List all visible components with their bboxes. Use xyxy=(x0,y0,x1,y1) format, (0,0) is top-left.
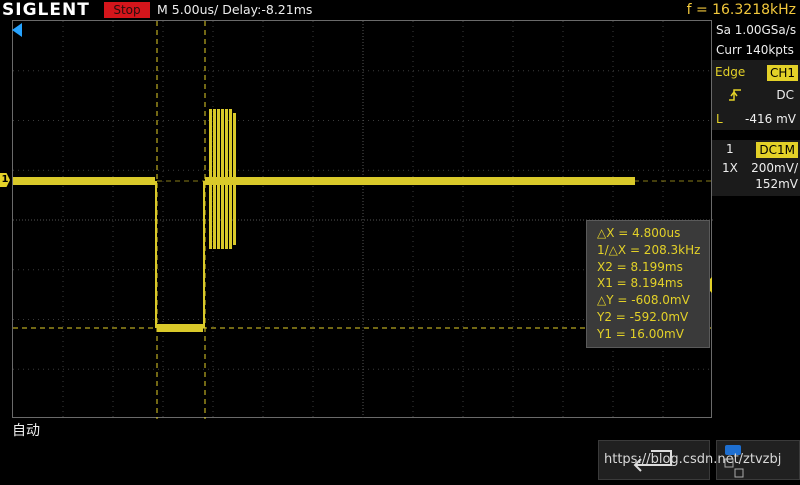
cursor-y1: Y1 = 16.00mV xyxy=(597,326,684,341)
cursor-x2: X2 = 8.199ms xyxy=(597,259,683,274)
trigger-panel[interactable]: Edge CH1 DC L -416 mV xyxy=(712,60,800,130)
cursor-measurement-box: △X = 4.800us 1/△X = 208.3kHz X2 = 8.199m… xyxy=(586,220,710,348)
brand-logo: SIGLENT xyxy=(2,0,90,20)
cursor-delta-y: △Y = -608.0mV xyxy=(597,293,690,308)
cursor-x1: X1 = 8.194ms xyxy=(597,276,683,291)
trigger-coupling: DC xyxy=(776,88,794,102)
acquisition-panel: Sa 1.00GSa/s Curr 140kpts xyxy=(712,20,800,60)
watermark-url: https://blog.csdn.net/ztvzbj xyxy=(604,452,782,467)
channel1-panel[interactable]: 1 DC1M 1X 200mV/ 152mV xyxy=(712,140,800,196)
memory-depth: Curr 140kpts xyxy=(716,43,794,57)
run-stop-badge[interactable]: Stop xyxy=(104,2,150,18)
sample-rate: Sa 1.00GSa/s xyxy=(716,23,797,37)
frequency-readout: f = 16.3218kHz xyxy=(686,2,796,18)
vertical-scale: 200mV/ xyxy=(751,161,798,175)
ch1-offset-marker[interactable]: 1 xyxy=(0,173,10,187)
top-status-bar: SIGLENT Stop M 5.00us/ Delay:-8.21ms f =… xyxy=(0,0,800,20)
cursor-y2: Y2 = -592.0mV xyxy=(597,309,689,324)
trigger-level-label: L xyxy=(716,112,723,126)
probe-attenuation: 1X xyxy=(722,161,738,175)
vertical-offset: 152mV xyxy=(755,177,798,191)
trigger-type: Edge xyxy=(715,65,746,79)
trigger-source-badge: CH1 xyxy=(766,65,798,81)
channel-coupling-badge: DC1M xyxy=(756,142,798,158)
waveform-display[interactable] xyxy=(12,20,713,419)
trigger-level: -416 mV xyxy=(745,112,796,126)
channel-number: 1 xyxy=(726,142,734,156)
timebase-readout[interactable]: M 5.00us/ Delay:-8.21ms xyxy=(157,0,312,20)
cursor-inverse-delta-x: 1/△X = 208.3kHz xyxy=(597,242,701,257)
rising-edge-icon xyxy=(729,89,741,101)
trigger-position-icon[interactable] xyxy=(12,23,22,37)
trigger-mode-status: 自动 xyxy=(12,423,40,439)
cursor-delta-x: △X = 4.800us xyxy=(597,226,681,240)
